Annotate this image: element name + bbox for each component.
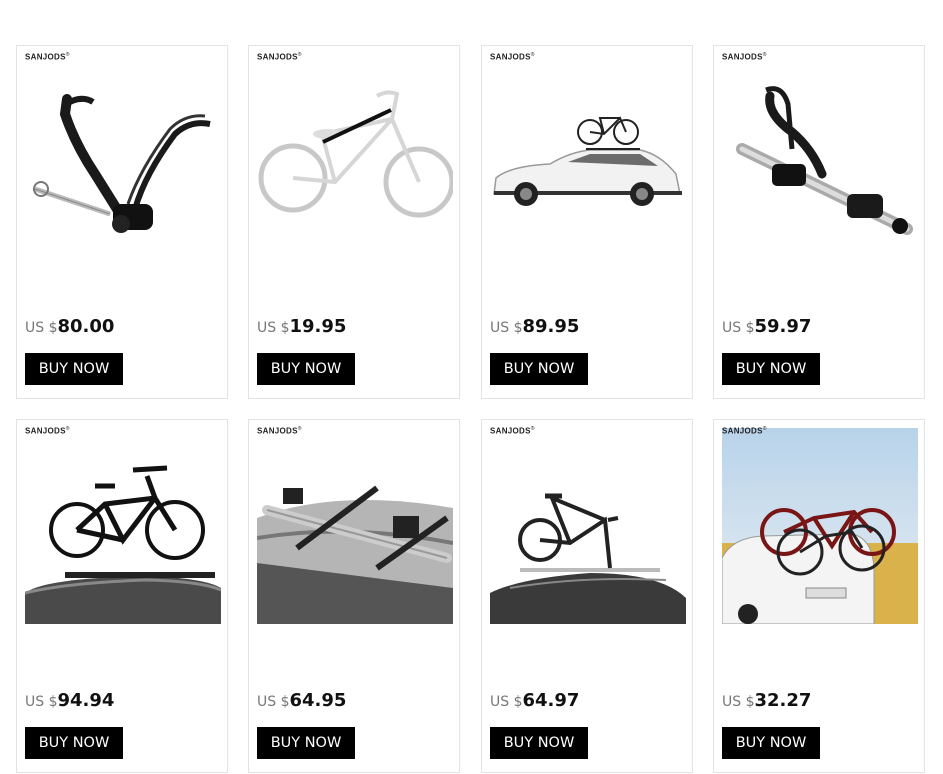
brand-logo: SANJODS®	[722, 52, 767, 62]
brand-logo: SANJODS®	[490, 426, 535, 436]
currency-label: US $	[490, 694, 523, 710]
price-amount: 64.97	[522, 690, 580, 711]
buy-now-button[interactable]: BUY NOW	[722, 353, 820, 385]
car-roof-bike-icon	[493, 116, 682, 206]
fork-mount-rack-icon	[33, 94, 211, 233]
buy-now-button[interactable]: BUY NOW	[257, 727, 355, 759]
product-card[interactable]: SANJODS® US $59.97 BUY NOW	[713, 45, 925, 399]
product-card[interactable]: SANJODS® US $64.95 BUY NOW	[248, 419, 460, 773]
price-amount: 64.95	[289, 690, 347, 711]
price: US $80.00	[25, 316, 114, 337]
brand-logo: SANJODS®	[257, 52, 302, 62]
product-card[interactable]: SANJODS® US $64.97 BUY NOW	[481, 419, 693, 773]
product-image[interactable]	[25, 54, 221, 250]
brand-logo: SANJODS®	[25, 52, 70, 62]
price-amount: 80.00	[57, 316, 115, 337]
buy-now-button[interactable]: BUY NOW	[722, 727, 820, 759]
price-amount: 89.95	[522, 316, 580, 337]
product-image[interactable]	[25, 428, 221, 624]
price-amount: 32.27	[754, 690, 812, 711]
product-card[interactable]: SANJODS® US $32.27 BUY NOW	[713, 419, 925, 773]
product-image[interactable]	[257, 54, 453, 250]
currency-label: US $	[25, 694, 58, 710]
price: US $32.27	[722, 690, 811, 711]
trunk-rack-bikes-icon	[722, 428, 918, 624]
currency-label: US $	[722, 320, 755, 336]
upright-roof-rack-icon	[736, 86, 913, 235]
product-image[interactable]	[257, 428, 453, 624]
brand-logo: SANJODS®	[25, 426, 70, 436]
road-bike-roof-icon	[490, 493, 686, 624]
product-grid: SANJODS® US $80.00 BUY NOW SANJODS® US $…	[0, 0, 943, 774]
buy-now-button[interactable]: BUY NOW	[490, 727, 588, 759]
product-image[interactable]	[490, 54, 686, 250]
brand-logo: SANJODS®	[490, 52, 535, 62]
price: US $94.94	[25, 690, 114, 711]
roof-rack-closeup-icon	[257, 485, 453, 624]
bike-top-tube-adapter-icon	[258, 90, 453, 218]
currency-label: US $	[722, 694, 755, 710]
currency-label: US $	[257, 320, 290, 336]
product-image[interactable]	[490, 428, 686, 624]
product-card[interactable]: SANJODS® US $19.95 BUY NOW	[248, 45, 460, 399]
price: US $59.97	[722, 316, 811, 337]
price: US $89.95	[490, 316, 579, 337]
price-amount: 59.97	[754, 316, 812, 337]
buy-now-button[interactable]: BUY NOW	[25, 353, 123, 385]
product-image[interactable]	[722, 54, 918, 250]
mountain-bike-roof-icon	[25, 465, 221, 624]
currency-label: US $	[25, 320, 58, 336]
product-card[interactable]: SANJODS® US $89.95 BUY NOW	[481, 45, 693, 399]
price: US $19.95	[257, 316, 346, 337]
buy-now-button[interactable]: BUY NOW	[490, 353, 588, 385]
price-amount: 19.95	[289, 316, 347, 337]
buy-now-button[interactable]: BUY NOW	[257, 353, 355, 385]
buy-now-button[interactable]: BUY NOW	[25, 727, 123, 759]
brand-logo: SANJODS®	[257, 426, 302, 436]
currency-label: US $	[490, 320, 523, 336]
currency-label: US $	[257, 694, 290, 710]
price-amount: 94.94	[57, 690, 115, 711]
price: US $64.97	[490, 690, 579, 711]
product-image[interactable]	[722, 428, 918, 624]
product-card[interactable]: SANJODS® US $94.94 BUY NOW	[16, 419, 228, 773]
brand-logo: SANJODS®	[722, 426, 767, 436]
product-card[interactable]: SANJODS® US $80.00 BUY NOW	[16, 45, 228, 399]
price: US $64.95	[257, 690, 346, 711]
